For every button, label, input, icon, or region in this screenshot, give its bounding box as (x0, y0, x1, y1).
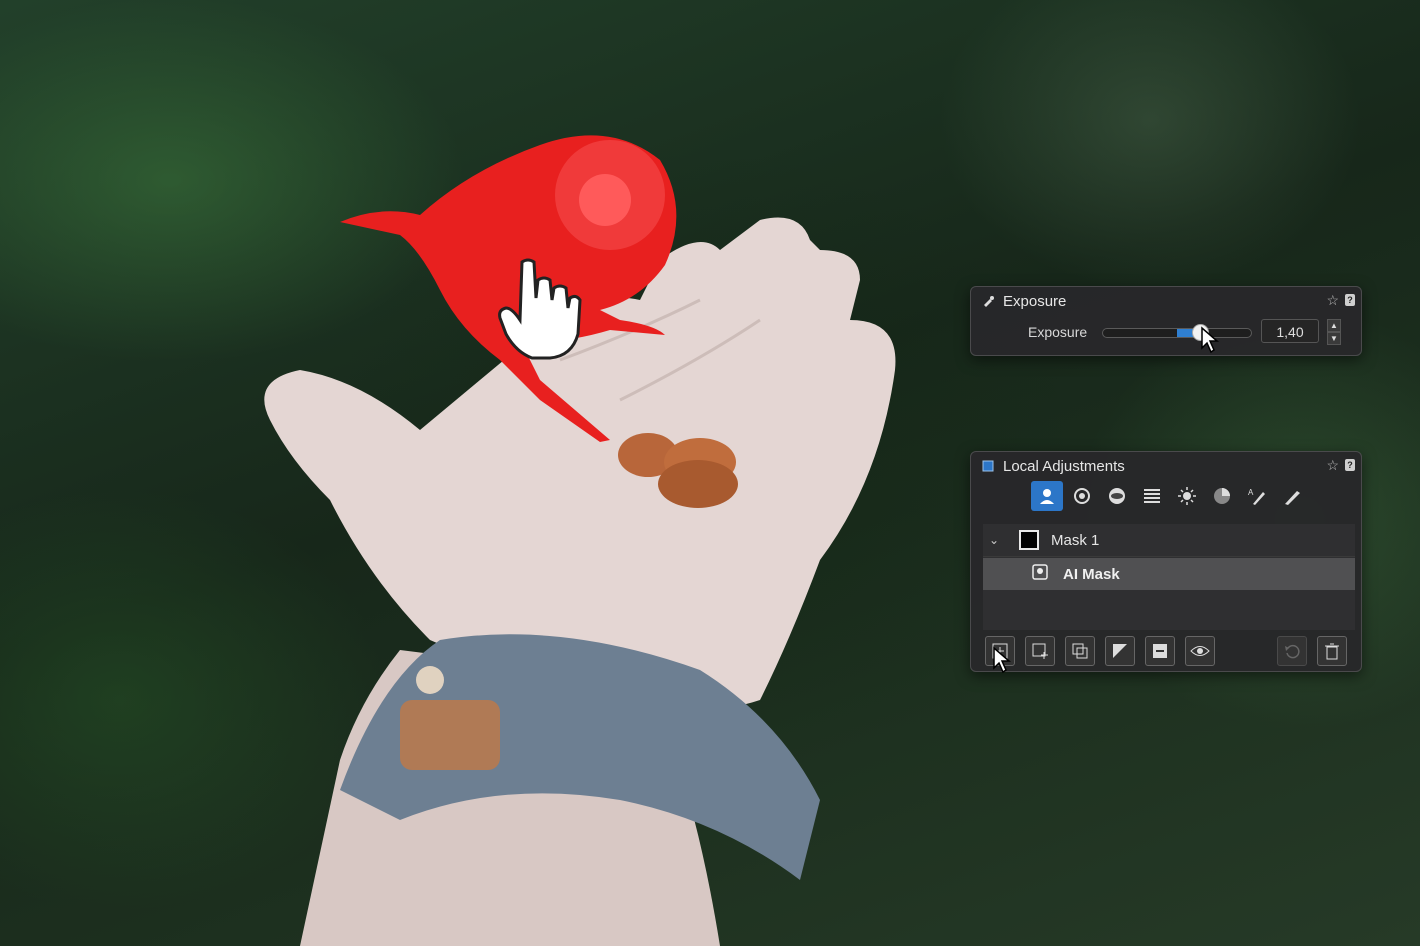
radial-icon[interactable] (1101, 481, 1133, 511)
mask-label: Mask 1 (1051, 531, 1100, 549)
exposure-stepper[interactable]: ▲ ▼ (1327, 319, 1341, 345)
panel-title: Local Adjustments (1003, 457, 1125, 475)
color-range-icon[interactable] (1206, 481, 1238, 511)
ai-mask-row[interactable]: AI Mask (983, 558, 1355, 590)
invert-icon[interactable] (1105, 636, 1135, 666)
pipette-icon (981, 294, 995, 308)
subtract-icon[interactable] (1145, 636, 1175, 666)
help-icon[interactable]: ? (1345, 294, 1355, 306)
favorite-star-icon[interactable]: ☆ (1326, 458, 1339, 472)
radial-gradient-icon[interactable] (1066, 481, 1098, 511)
ai-mask-icon[interactable] (1031, 481, 1063, 511)
local-panel-header: Local Adjustments ☆ ? (971, 452, 1361, 480)
exposure-panel: Exposure ☆ ? Exposure 1,40 ▲ ▼ (970, 286, 1362, 356)
stepper-down-icon[interactable]: ▼ (1327, 332, 1341, 345)
mask-row[interactable]: ⌄ Mask 1 (983, 524, 1355, 557)
mask-swatch (1019, 530, 1039, 550)
auto-brush-icon[interactable]: A (1241, 481, 1273, 511)
help-icon[interactable]: ? (1345, 459, 1355, 471)
add-layer-icon[interactable] (1025, 636, 1055, 666)
arrow-cursor-icon (1201, 326, 1220, 354)
brush-icon[interactable] (1276, 481, 1308, 511)
exposure-slider[interactable] (1102, 328, 1252, 338)
mask-tool-row: A (1031, 481, 1308, 511)
reset-icon[interactable] (1277, 636, 1307, 666)
layers-icon (981, 459, 995, 473)
panel-title: Exposure (1003, 292, 1067, 310)
nut (658, 460, 738, 508)
arrow-cursor-icon (993, 646, 1012, 674)
visibility-icon[interactable] (1185, 636, 1215, 666)
ai-mask-layer-icon (1031, 563, 1049, 586)
exposure-slider-label: Exposure (1028, 324, 1088, 340)
exposure-value-field[interactable]: 1,40 (1261, 319, 1319, 343)
duplicate-icon[interactable] (1065, 636, 1095, 666)
mask-actions (985, 636, 1215, 666)
local-adjustments-panel: Local Adjustments ☆ ? A ⌄ Mask 1 AI Mask (970, 451, 1362, 672)
chevron-down-icon[interactable]: ⌄ (989, 533, 999, 547)
exposure-panel-header: Exposure ☆ ? (971, 287, 1361, 315)
favorite-star-icon[interactable]: ☆ (1326, 293, 1339, 307)
ai-mask-label: AI Mask (1063, 565, 1120, 583)
stepper-up-icon[interactable]: ▲ (1327, 319, 1341, 332)
linear-gradient-icon[interactable] (1136, 481, 1168, 511)
luminosity-icon[interactable] (1171, 481, 1203, 511)
mask-list: ⌄ Mask 1 AI Mask (983, 524, 1355, 630)
mask-actions-right (1277, 636, 1347, 666)
svg-text:A: A (1248, 488, 1254, 497)
trash-icon[interactable] (1317, 636, 1347, 666)
